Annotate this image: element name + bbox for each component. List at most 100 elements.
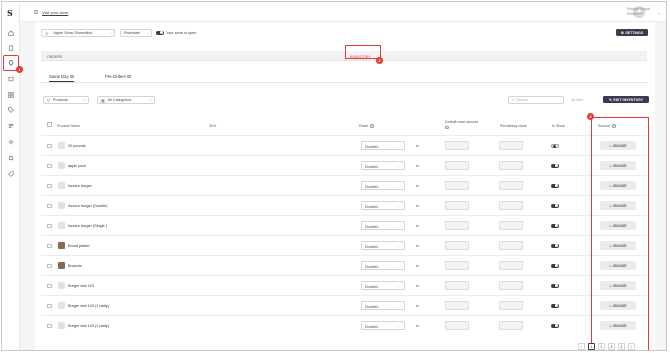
row-checkbox[interactable] (47, 163, 52, 168)
categories-filter-select[interactable]: ▦ All Categories ⌄ (97, 96, 155, 104)
col-in-stock[interactable]: In Stock (552, 124, 565, 128)
in-stock-toggle[interactable] (551, 163, 559, 168)
search-input[interactable]: ⌕ Search (508, 96, 564, 104)
home-icon[interactable] (7, 29, 15, 37)
puzzle-icon[interactable] (7, 154, 15, 162)
help-icon: ? (127, 74, 132, 79)
in-stock-toggle[interactable] (551, 203, 559, 208)
row-checkbox[interactable] (47, 323, 52, 328)
all-filter-button[interactable]: All filter (568, 96, 598, 104)
page-button[interactable]: 4 (618, 343, 625, 350)
chevron-down-icon[interactable]: ⌄ (658, 10, 661, 15)
visit-store-link[interactable]: Visit your store (42, 10, 68, 15)
in-stock-toggle[interactable] (551, 303, 559, 308)
store-location-select[interactable]: ◎ Apple Store Shoreditch ⌄ (41, 29, 115, 37)
col-default-reset[interactable]: Default reset amount ? (445, 120, 489, 130)
reset-select[interactable]: Disabled ⌄ (361, 281, 405, 290)
reset-select[interactable]: Disabled ⌄ (361, 241, 405, 250)
col-remaining[interactable]: Remaining stock (500, 124, 527, 128)
default-reset-input[interactable] (445, 301, 469, 310)
in-stock-toggle[interactable] (551, 223, 559, 228)
col-sku[interactable]: SKU (209, 124, 216, 128)
remaining-stock-input[interactable] (499, 241, 523, 250)
default-reset-input[interactable] (445, 181, 469, 190)
in-stock-toggle[interactable] (551, 183, 559, 188)
product-name: Burger test 103 (1 patty) (68, 303, 109, 308)
default-reset-input[interactable] (445, 261, 469, 270)
remaining-stock-input[interactable] (499, 281, 523, 290)
col-product-name[interactable]: Product Name (57, 124, 80, 128)
edit-inventory-button[interactable]: ✎ EDIT INVENTORY (603, 96, 649, 103)
default-reset-input[interactable] (445, 241, 469, 250)
select-all-checkbox[interactable] (47, 122, 52, 127)
users-icon[interactable] (7, 122, 15, 130)
default-reset-input[interactable] (445, 161, 469, 170)
menu-icon[interactable] (34, 10, 38, 15)
area-select[interactable]: Riverdale ⌄ (120, 29, 152, 37)
row-checkbox[interactable] (47, 203, 52, 208)
subtab-same-day[interactable]: Same Day ? (49, 74, 74, 82)
store-open-toggle-group: Your store is open (156, 30, 197, 35)
reset-select[interactable]: Disabled ⌄ (361, 261, 405, 270)
product-name: Board platter (68, 243, 90, 248)
in-stock-toggle[interactable] (551, 263, 559, 268)
remaining-stock-input[interactable] (499, 301, 523, 310)
to-label: to (416, 243, 419, 248)
remaining-stock-input[interactable] (499, 141, 523, 150)
reset-select[interactable]: Disabled ⌄ (361, 321, 405, 330)
sparkle-icon[interactable] (7, 138, 15, 146)
next-page-button[interactable]: › (628, 343, 635, 350)
default-reset-input[interactable] (445, 141, 469, 150)
product-name: Azzaro burger (68, 183, 92, 188)
chevron-down-icon: ⌄ (398, 304, 401, 309)
page-button[interactable]: 1 (588, 343, 595, 350)
row-checkbox[interactable] (47, 263, 52, 268)
product-image (58, 142, 65, 149)
default-reset-input[interactable] (445, 201, 469, 210)
row-checkbox[interactable] (47, 223, 52, 228)
products-filter-select[interactable]: ▽ Products ⌄ (43, 96, 89, 104)
subtab-pre-orders[interactable]: Pre-Orders ? (105, 74, 132, 79)
remaining-stock-input[interactable] (499, 221, 523, 230)
tab-orders[interactable]: ORDERS (47, 55, 62, 59)
store-open-toggle[interactable] (156, 30, 164, 35)
remaining-stock-input[interactable] (499, 181, 523, 190)
remaining-stock-input[interactable] (499, 161, 523, 170)
in-stock-toggle[interactable] (551, 323, 559, 328)
reset-select[interactable]: Disabled ⌄ (361, 301, 405, 310)
table-row: Brownie Disabled ⌄ to ⏾ SNOOZE (41, 255, 647, 275)
row-checkbox[interactable] (47, 143, 52, 148)
default-reset-input[interactable] (445, 281, 469, 290)
remaining-stock-input[interactable] (499, 321, 523, 330)
default-reset-input[interactable] (445, 321, 469, 330)
row-checkbox[interactable] (47, 303, 52, 308)
reset-select[interactable]: Disabled ⌄ (361, 221, 405, 230)
reset-select[interactable]: Disabled ⌄ (361, 201, 405, 210)
grid-icon[interactable] (7, 91, 15, 99)
prev-page-button[interactable]: ‹ (578, 343, 585, 350)
default-reset-input[interactable] (445, 221, 469, 230)
page-button[interactable]: 2 (598, 343, 605, 350)
product-image (58, 162, 65, 169)
col-reset[interactable]: Reset ? (359, 124, 374, 128)
user-menu[interactable]: Kitchen Yogurt Riverdale (627, 7, 653, 17)
book-icon[interactable] (7, 75, 15, 83)
row-checkbox[interactable] (47, 283, 52, 288)
page-button[interactable]: 3 (608, 343, 615, 350)
row-checkbox[interactable] (47, 243, 52, 248)
reset-select[interactable]: Disabled ⌄ (361, 161, 405, 170)
store-open-status: Your store is open (166, 30, 197, 35)
row-checkbox[interactable] (47, 183, 52, 188)
reset-select[interactable]: Disabled ⌄ (361, 181, 405, 190)
reset-select[interactable]: Disabled ⌄ (361, 141, 405, 150)
settings-button[interactable]: ⚙ SETTINGS (616, 29, 648, 36)
tag-icon[interactable] (7, 106, 15, 114)
clipboard-icon[interactable] (7, 44, 15, 52)
in-stock-toggle[interactable] (551, 143, 559, 148)
in-stock-toggle[interactable] (551, 243, 559, 248)
remaining-stock-input[interactable] (499, 201, 523, 210)
in-stock-toggle[interactable] (551, 283, 559, 288)
discount-icon[interactable] (7, 170, 15, 178)
product-image (58, 222, 65, 229)
remaining-stock-input[interactable] (499, 261, 523, 270)
